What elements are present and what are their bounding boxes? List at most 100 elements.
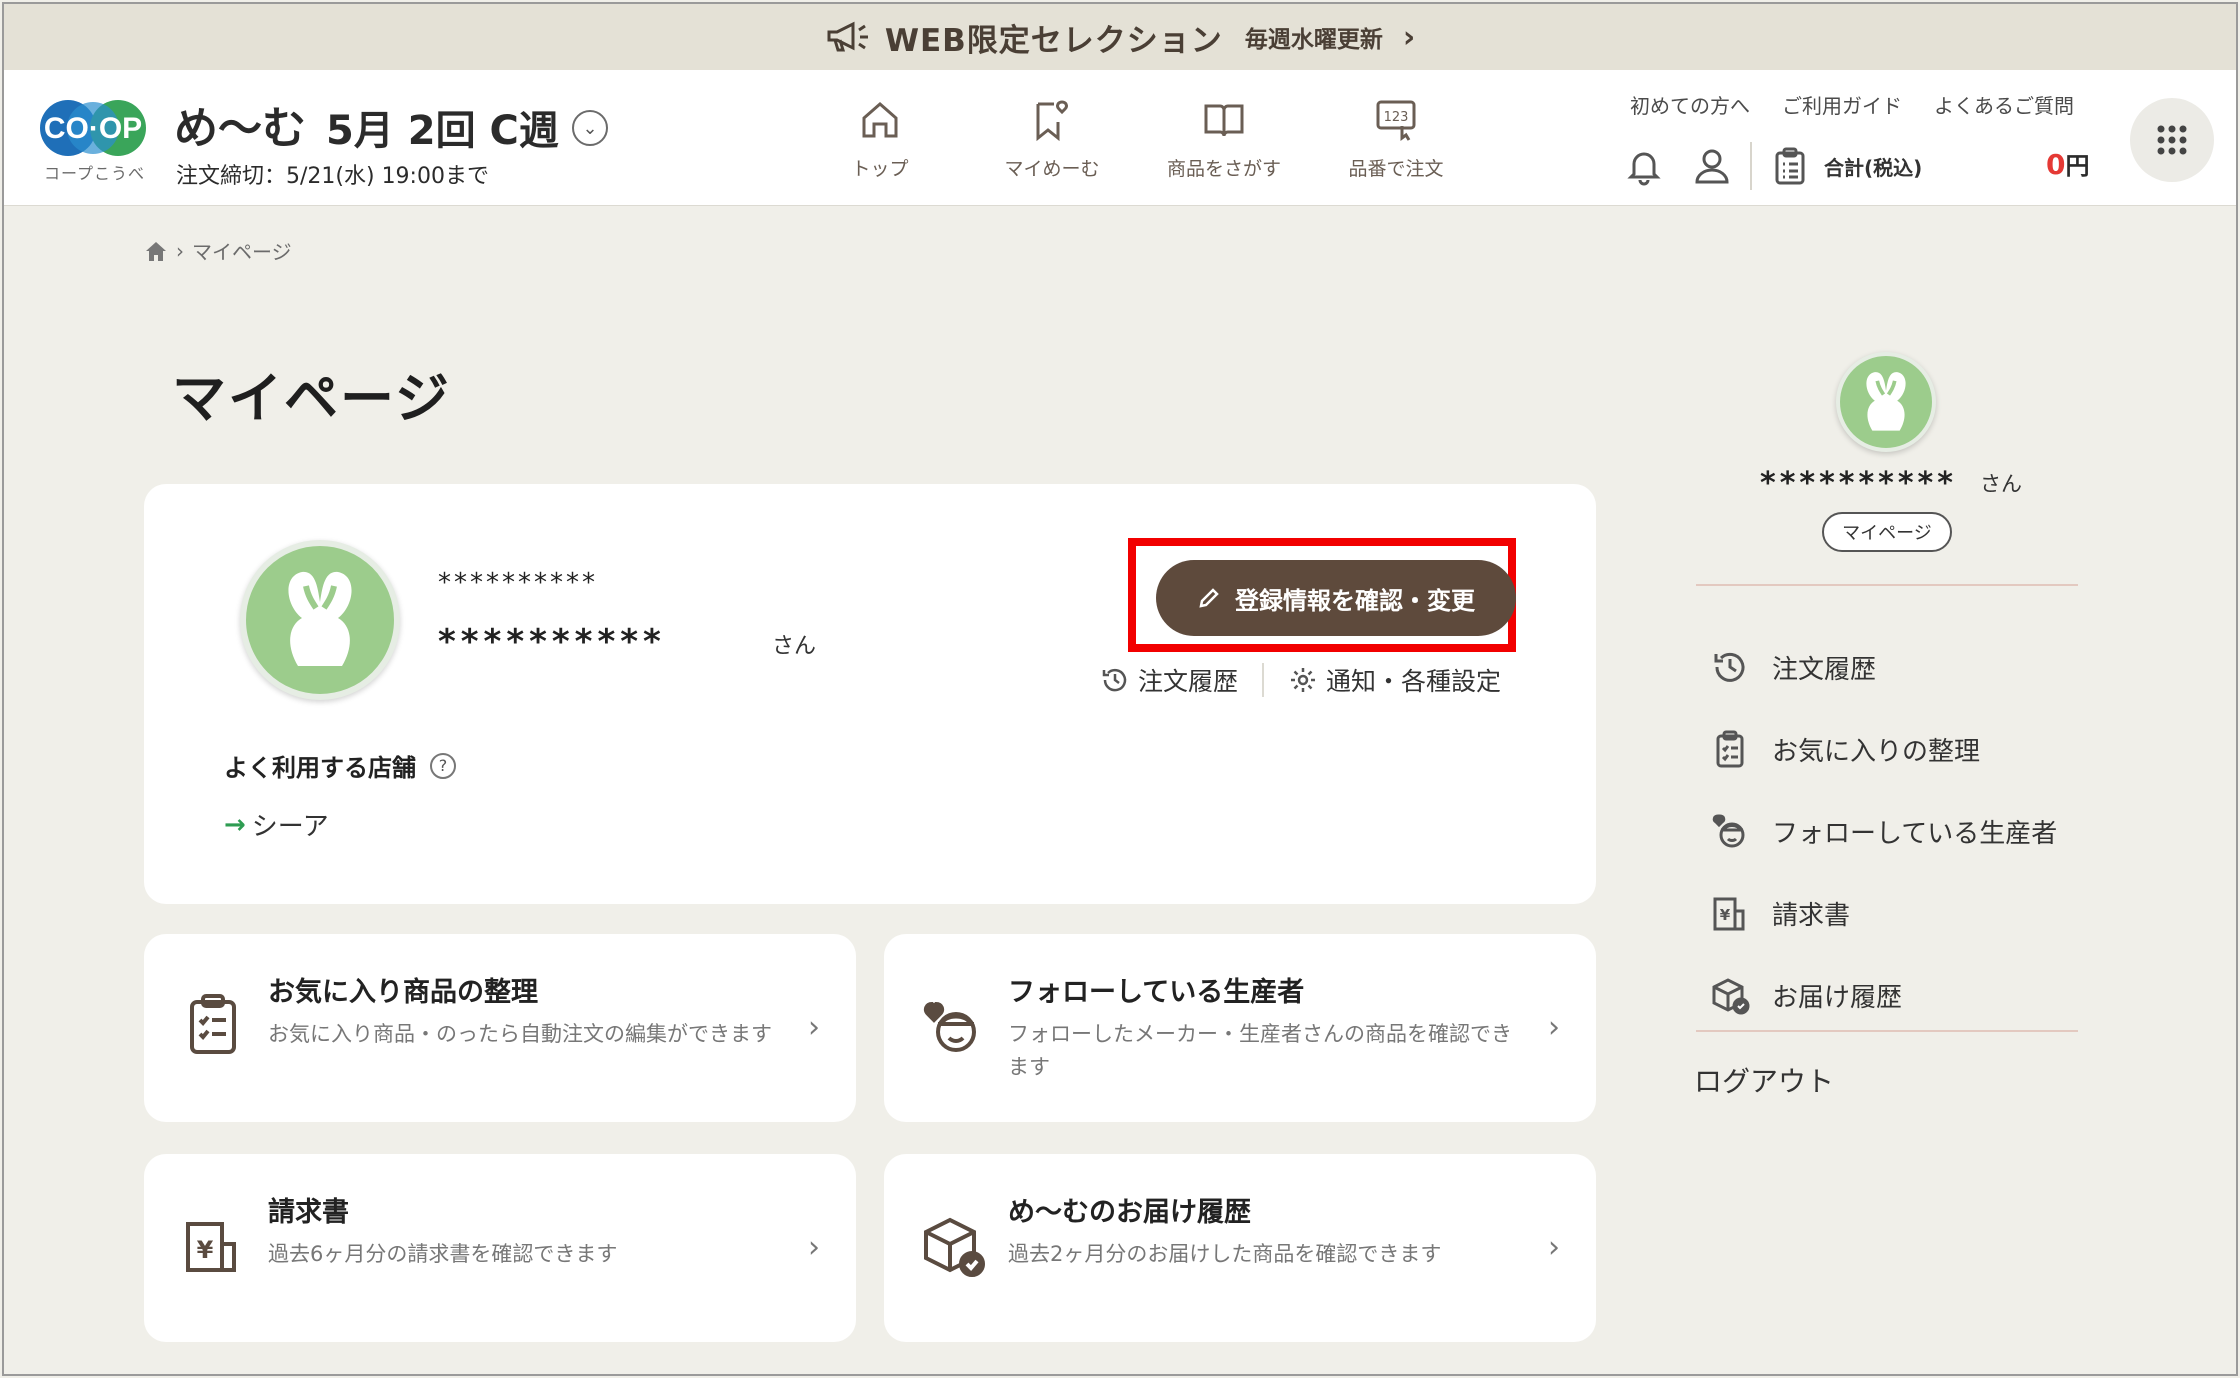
- chevron-right-icon: ›: [1402, 19, 1416, 55]
- banner-subtitle: 毎週水曜更新: [1244, 27, 1383, 53]
- pencil-icon: [1199, 588, 1219, 608]
- sidebar-item-label: 請求書: [1772, 900, 1851, 931]
- breadcrumb: › マイページ: [144, 236, 292, 265]
- banner-title: WEB限定セレクション: [884, 22, 1223, 59]
- chevron-right-icon: ›: [808, 1010, 820, 1045]
- link-usage-guide[interactable]: ご利用ガイド: [1782, 90, 1902, 119]
- sidebar-item-invoices[interactable]: ¥ 請求書: [1710, 872, 2057, 954]
- tile-description: 過去2ヶ月分のお届けした商品を確認できます: [1008, 1242, 1442, 1266]
- my-meemu-icon: [1036, 100, 1068, 142]
- profile-card: ********** ********** さん 登録情報を確認・変更 注文履歴…: [144, 484, 1596, 904]
- nav-search-products[interactable]: 商品をさがす: [1138, 96, 1310, 181]
- sidebar-item-label: お気に入りの整理: [1772, 736, 1981, 767]
- nav-label: 商品をさがす: [1166, 158, 1281, 180]
- clipboard-list-icon: [1716, 730, 1744, 768]
- favorite-store-link[interactable]: → シーア: [224, 806, 329, 843]
- promo-banner[interactable]: WEB限定セレクション 毎週水曜更新 ›: [4, 4, 2236, 70]
- book-icon: [1204, 104, 1244, 137]
- grid-menu-icon: [2157, 125, 2187, 155]
- arrow-right-icon: →: [224, 809, 246, 840]
- divider: [1750, 142, 1752, 190]
- svg-text:¥: ¥: [197, 1236, 214, 1264]
- sidebar-item-label: 注文履歴: [1772, 654, 1877, 685]
- sidebar-mypage-button[interactable]: マイページ: [1822, 512, 1952, 552]
- tile-delivery-history[interactable]: め〜むのお届け履歴 過去2ヶ月分のお届けした商品を確認できます ›: [884, 1154, 1596, 1342]
- settings-link[interactable]: 通知・各種設定: [1288, 662, 1501, 698]
- tile-favorites[interactable]: お気に入り商品の整理 お気に入り商品・のったら自動注文の編集ができます ›: [144, 934, 856, 1122]
- sidebar-item-favorites[interactable]: お気に入りの整理: [1710, 708, 2057, 790]
- tile-title: め〜むのお届け履歴: [1008, 1197, 1251, 1228]
- sidebar-item-label: フォローしている生産者: [1772, 818, 2058, 849]
- site-header: CO·OP コープこうべ め〜む 5月 2回 C週 ⌄ 注文締切：5/21(水)…: [4, 70, 2236, 206]
- invoice-yen-icon: ¥: [186, 1222, 236, 1272]
- tile-description: フォローしたメーカー・生産者さんの商品を確認できます: [1008, 1022, 1512, 1079]
- chevron-down-icon: ⌄: [582, 117, 598, 139]
- brand-title: め〜む: [174, 103, 306, 154]
- chevron-right-icon: ›: [808, 1230, 820, 1265]
- tile-title: お気に入り商品の整理: [268, 977, 538, 1008]
- nav-order-by-number[interactable]: 123 品番で注文: [1310, 96, 1482, 181]
- svg-text:123: 123: [1384, 110, 1409, 125]
- delivery-box-icon: [1712, 978, 1750, 1015]
- sidebar-item-label: お届け履歴: [1772, 982, 1903, 1013]
- nav-label: トップ: [851, 158, 909, 180]
- user-name-kana: **********: [438, 568, 598, 598]
- favorite-store-label: よく利用する店舗 ?: [224, 748, 456, 783]
- menu-button[interactable]: [2130, 98, 2214, 182]
- tile-followed-producers[interactable]: フォローしている生産者 フォローしたメーカー・生産者さんの商品を確認できます ›: [884, 934, 1596, 1122]
- rabbit-avatar-icon: [1866, 372, 1906, 431]
- cart-total: 0円: [2046, 146, 2089, 181]
- logout-link[interactable]: ログアウト: [1694, 1060, 1834, 1100]
- help-icon[interactable]: ?: [430, 752, 456, 779]
- history-icon: [1102, 668, 1127, 692]
- tile-invoices[interactable]: ¥ 請求書 過去6ヶ月分の請求書を確認できます ›: [144, 1154, 856, 1342]
- home-icon: [862, 102, 898, 138]
- nav-top[interactable]: トップ: [794, 96, 966, 181]
- main-nav: トップ マイめーむ 商品をさがす 123 品番で注文: [794, 96, 1482, 181]
- producer-heart-icon: [1712, 814, 1745, 848]
- user-name: **********: [438, 622, 666, 662]
- breadcrumb-current: マイページ: [192, 240, 292, 264]
- honorific: さん: [1980, 472, 2022, 496]
- tile-description: 過去6ヶ月分の請求書を確認できます: [268, 1242, 618, 1266]
- link-faq[interactable]: よくあるご質問: [1934, 90, 2074, 119]
- order-deadline: 注文締切：5/21(水) 19:00まで: [176, 164, 489, 189]
- page-frame: WEB限定セレクション 毎週水曜更新 › CO·OP コープこうべ め〜む 5月…: [2, 2, 2238, 1376]
- nav-my-meemu[interactable]: マイめーむ: [966, 96, 1138, 181]
- cart-total-unit: 円: [2065, 152, 2090, 180]
- svg-text:CO·OP: CO·OP: [44, 112, 142, 145]
- week-select-button[interactable]: ⌄: [572, 110, 608, 146]
- link-first-time[interactable]: 初めての方へ: [1630, 90, 1750, 119]
- sidebar-item-followed-producers[interactable]: フォローしている生産者: [1710, 790, 2057, 872]
- history-icon: [1714, 652, 1745, 682]
- nav-label: 品番で注文: [1348, 158, 1444, 180]
- order-history-link[interactable]: 注文履歴: [1100, 662, 1238, 698]
- tile-description: お気に入り商品・のったら自動注文の編集ができます: [268, 1022, 772, 1046]
- cart-clipboard-icon[interactable]: [1770, 146, 1810, 186]
- tile-title: フォローしている生産者: [1008, 977, 1305, 1008]
- user-icon[interactable]: [1692, 146, 1732, 186]
- profile-links: 注文履歴 通知・各種設定: [1100, 662, 1501, 698]
- store-label-text: よく利用する店舗: [224, 754, 416, 782]
- sidebar-avatar: [1836, 352, 1936, 452]
- divider: [1262, 663, 1265, 697]
- tile-title: 請求書: [268, 1197, 349, 1228]
- store-name: シーア: [251, 812, 329, 842]
- nav-label: マイめーむ: [1004, 158, 1100, 180]
- producer-heart-icon: [923, 1001, 976, 1052]
- header-actions: 合計(税込): [1624, 142, 1922, 190]
- megaphone-icon: [827, 21, 868, 52]
- logo-subtitle: コープこうべ: [44, 164, 146, 183]
- bell-icon[interactable]: [1624, 146, 1664, 186]
- number-order-icon: 123: [1376, 100, 1416, 141]
- sidebar-item-delivery-history[interactable]: お届け履歴: [1710, 954, 2057, 1036]
- header-links: 初めての方へ ご利用ガイド よくあるご質問: [1630, 90, 2074, 119]
- avatar: [240, 540, 400, 700]
- sidebar-item-order-history[interactable]: 注文履歴: [1710, 626, 2057, 708]
- edit-registration-button[interactable]: 登録情報を確認・変更: [1156, 560, 1516, 636]
- cart-total-value: 0: [2046, 148, 2066, 181]
- clipboard-list-icon: [190, 994, 236, 1054]
- chevron-right-icon: ›: [176, 238, 184, 263]
- home-icon[interactable]: [144, 240, 168, 262]
- cart-total-label: 合計(税込): [1824, 155, 1923, 180]
